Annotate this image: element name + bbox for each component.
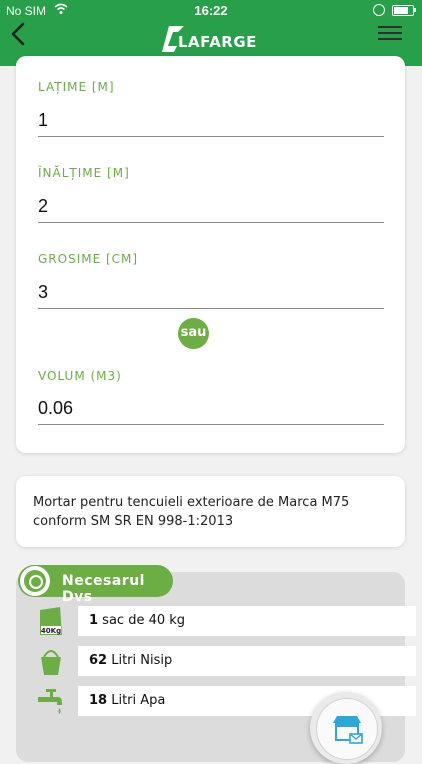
need-item-text: 18 Litri Apa	[89, 693, 165, 708]
need-label: Litri Nisip	[107, 653, 173, 668]
need-amount: 18	[89, 693, 108, 708]
cement-bag-icon: 40Kg	[40, 607, 62, 635]
store-icon	[333, 716, 363, 744]
need-label: sac de 40 kg	[98, 613, 186, 628]
product-description-card: Mortar pentru tencuieli exterioare de Ma…	[16, 476, 405, 547]
battery-icon	[392, 5, 416, 16]
store-button[interactable]	[310, 692, 382, 764]
dimensions-card: LAȚIME [M] ÎNĂLȚIME [M] GROSIME [CM] sau…	[16, 56, 405, 453]
back-chevron-icon[interactable]	[8, 20, 32, 48]
cement-bag-weight: 40Kg	[41, 627, 61, 635]
width-label: LAȚIME [M]	[38, 80, 115, 94]
volume-label: VOLUM (M3)	[38, 369, 122, 383]
thickness-input[interactable]	[38, 276, 384, 309]
needs-header-tab: Necesarul Dvs	[18, 565, 173, 605]
need-item-text: 62 Litri Nisip	[89, 653, 172, 668]
height-label: ÎNĂLȚIME [M]	[38, 166, 130, 180]
need-amount: 62	[89, 653, 108, 668]
needs-icon	[20, 566, 50, 596]
rotation-lock-icon	[373, 4, 385, 16]
volume-input[interactable]	[38, 392, 384, 425]
product-description: Mortar pentru tencuieli exterioare de Ma…	[33, 495, 350, 529]
or-badge: sau	[178, 318, 209, 349]
need-item-cement: 1 sac de 40 kg	[78, 606, 416, 636]
lafarge-logo: LAFARGE	[158, 26, 266, 56]
bucket-icon	[41, 650, 61, 675]
need-label: Litri Apa	[107, 693, 166, 708]
thickness-label: GROSIME [CM]	[38, 252, 139, 266]
need-item-sand: 62 Litri Nisip	[78, 646, 416, 676]
status-bar: No SIM 16:22	[0, 0, 422, 20]
height-input[interactable]	[38, 190, 384, 223]
clock: 16:22	[194, 3, 228, 18]
water-tap-icon	[38, 689, 62, 714]
needs-title: Necesarul Dvs	[62, 573, 145, 605]
width-input[interactable]	[38, 104, 384, 137]
need-item-text: 1 sac de 40 kg	[89, 613, 185, 628]
menu-button[interactable]	[378, 24, 404, 42]
brand-name: LAFARGE	[178, 33, 257, 51]
need-amount: 1	[89, 613, 99, 628]
